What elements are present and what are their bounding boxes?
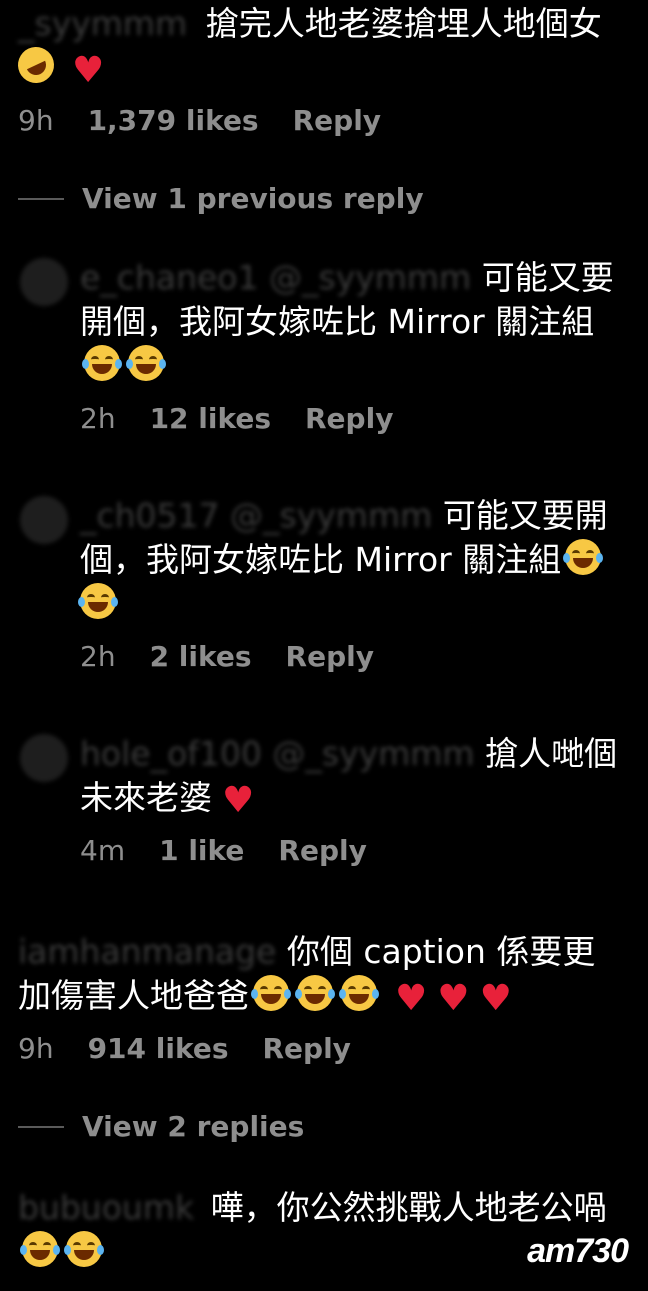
comment-mention[interactable]: @_syymmm: [272, 734, 474, 773]
comment-username[interactable]: _syymmm: [18, 4, 187, 43]
reply-button[interactable]: Reply: [278, 834, 366, 867]
tears-of-joy-emoji-icon: [339, 975, 379, 1011]
comment-time: 4m: [80, 833, 126, 867]
comment-body: 搶完人地老婆搶埋人地個女: [205, 4, 602, 43]
heart-emoji-icon: ♥: [437, 978, 470, 1019]
tears-of-joy-emoji-icon: [295, 975, 335, 1011]
am730-watermark-logo: am730: [527, 1232, 629, 1270]
reply-button[interactable]: Reply: [286, 640, 374, 673]
comment-text: _ch0517 @_syymmm 可能又要開個，我阿女嫁咗比 Mirror 關注…: [78, 494, 620, 626]
comment-text: iamhanmanage 你個 caption 係要更加傷害人地爸爸 ♥ ♥ ♥: [18, 930, 628, 1018]
tears-of-joy-emoji-icon: [82, 345, 122, 381]
heart-emoji-icon: ♥: [222, 780, 255, 821]
comment-meta: 9h 1,379 likes Reply: [18, 100, 628, 140]
tears-of-joy-emoji-icon: [251, 975, 291, 1011]
comment-likes[interactable]: 1,379 likes: [88, 104, 259, 137]
comment-time: 9h: [18, 103, 54, 137]
tears-of-joy-emoji-icon: [64, 1231, 104, 1267]
avatar[interactable]: [20, 258, 68, 306]
heart-emoji-icon: ♥: [72, 50, 105, 91]
comment-2: iamhanmanage 你個 caption 係要更加傷害人地爸爸 ♥ ♥ ♥ 9h…: [18, 930, 628, 1068]
reply-button[interactable]: Reply: [293, 104, 381, 137]
reply-comment-1: e_chaneo1 @_syymmm 可能又要開個，我阿女嫁咗比 Mirror …: [80, 256, 620, 438]
comment-username[interactable]: _ch0517: [80, 496, 220, 535]
comment-mention[interactable]: @_syymmm: [230, 496, 432, 535]
avatar[interactable]: [20, 734, 68, 782]
reply-button[interactable]: Reply: [262, 1032, 350, 1065]
reply-comment-2: _ch0517 @_syymmm 可能又要開個，我阿女嫁咗比 Mirror 關注…: [78, 494, 620, 676]
comment-meta: 4m 1 like Reply: [80, 830, 630, 870]
comment-likes[interactable]: 1 like: [159, 834, 244, 867]
comment-likes[interactable]: 914 likes: [88, 1032, 229, 1065]
comment-time: 9h: [18, 1031, 54, 1065]
tears-of-joy-emoji-icon: [78, 583, 118, 619]
comment-likes[interactable]: 2 likes: [150, 640, 252, 673]
comment-text: e_chaneo1 @_syymmm 可能又要開個，我阿女嫁咗比 Mirror …: [80, 256, 620, 388]
comment-meta: 9h 914 likes Reply: [18, 1028, 628, 1068]
comment-body: 嘩，你公然挑戰人地老公喎: [210, 1188, 607, 1227]
tears-of-joy-emoji-icon: [563, 539, 604, 575]
avatar[interactable]: [20, 496, 68, 544]
comment-1: _syymmm 搶完人地老婆搶埋人地個女 ♥ 9h 1,379 likes Re…: [12, 2, 628, 140]
comment-mention[interactable]: @_syymmm: [269, 258, 471, 297]
comment-username[interactable]: hole_of100: [80, 734, 262, 773]
reply-button[interactable]: Reply: [305, 402, 393, 435]
view-replies-label[interactable]: View 2 replies: [82, 1110, 304, 1143]
view-replies[interactable]: View 2 replies: [18, 1110, 304, 1143]
comment-text: hole_of100 @_syymmm 搶人哋個未來老婆 ♥: [80, 732, 630, 820]
comment-time: 2h: [80, 401, 116, 435]
comment-time: 2h: [80, 639, 116, 673]
view-previous-reply[interactable]: View 1 previous reply: [18, 182, 424, 215]
heart-emoji-icon: ♥: [395, 978, 428, 1019]
tears-of-joy-emoji-icon: [126, 345, 166, 381]
comment-meta: 2h 12 likes Reply: [80, 398, 620, 438]
heart-emoji-icon: ♥: [479, 978, 512, 1019]
comment-username[interactable]: e_chaneo1: [80, 258, 259, 297]
comment-meta: 2h 2 likes Reply: [80, 636, 620, 676]
thread-line: [18, 197, 64, 200]
comment-username[interactable]: iamhanmanage: [18, 932, 276, 971]
reply-comment-3: hole_of100 @_syymmm 搶人哋個未來老婆 ♥ 4m 1 like …: [80, 732, 630, 870]
tears-of-joy-emoji-icon: [20, 1231, 60, 1267]
thread-line: [18, 1125, 64, 1128]
rofl-emoji-icon: [12, 41, 60, 89]
comment-username[interactable]: bubuoumk: [18, 1188, 194, 1227]
comment-likes[interactable]: 12 likes: [150, 402, 271, 435]
comment-text: _syymmm 搶完人地老婆搶埋人地個女 ♥: [12, 2, 628, 91]
view-previous-label[interactable]: View 1 previous reply: [82, 182, 424, 215]
